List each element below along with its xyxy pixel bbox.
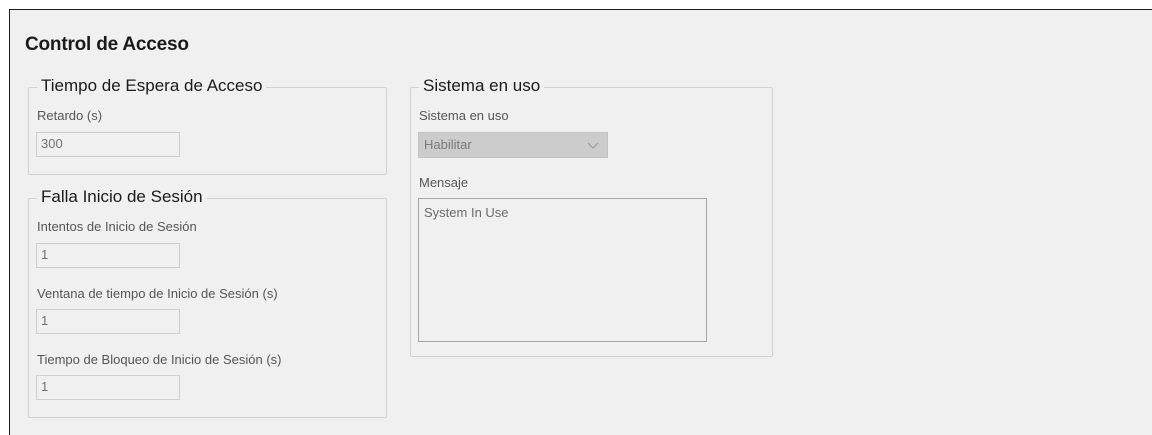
page-title: Control de Acceso xyxy=(25,34,189,55)
access-timeout-group: Tiempo de Espera de Acceso xyxy=(28,76,387,175)
system-in-use-select-label: Sistema en uso xyxy=(419,108,509,123)
login-attempts-label: Intentos de Inicio de Sesión xyxy=(37,219,197,234)
message-textarea[interactable]: System In Use xyxy=(418,198,707,342)
login-window-label: Ventana de tiempo de Inicio de Sesión (s… xyxy=(37,286,278,301)
system-in-use-legend: Sistema en uso xyxy=(419,76,545,96)
system-in-use-select-value: Habilitar xyxy=(424,137,472,152)
message-label: Mensaje xyxy=(419,175,469,190)
lockout-time-label: Tiempo de Bloqueo de Inicio de Sesión (s… xyxy=(37,352,282,367)
login-attempts-input[interactable]: 1 xyxy=(36,243,180,268)
delay-label: Retardo (s) xyxy=(37,108,103,123)
access-timeout-legend: Tiempo de Espera de Acceso xyxy=(37,76,267,96)
login-failure-legend: Falla Inicio de Sesión xyxy=(37,187,207,207)
delay-input[interactable]: 300 xyxy=(36,132,180,157)
system-in-use-select[interactable]: Habilitar xyxy=(418,132,608,158)
chevron-down-icon[interactable] xyxy=(586,138,600,152)
lockout-time-input[interactable]: 1 xyxy=(36,375,180,400)
login-window-input[interactable]: 1 xyxy=(36,309,180,334)
